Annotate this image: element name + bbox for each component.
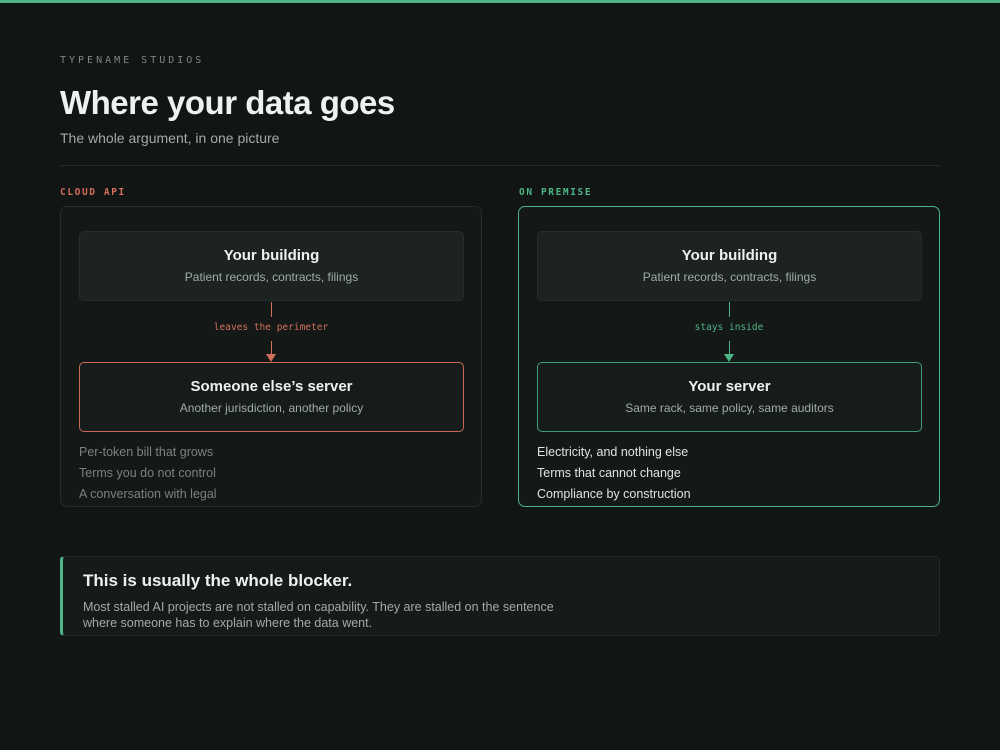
cloud-flow-label: leaves the perimeter: [213, 322, 329, 333]
on-premise-source-title: Your building: [681, 247, 778, 264]
on-premise-flow-label: stays inside: [694, 322, 764, 333]
cloud-api-panel: Your building Patient records, contracts…: [60, 206, 482, 507]
list-item: Terms that cannot change: [537, 466, 681, 480]
on-premise-destination-node: Your server Same rack, same policy, same…: [537, 362, 922, 432]
header-divider: [60, 165, 940, 166]
callout-body-line-2: where someone has to explain where the d…: [83, 616, 373, 630]
cloud-column-label: CLOUD API: [60, 187, 126, 198]
on-premise-destination-subtitle: Same rack, same policy, same auditors: [625, 401, 834, 415]
page-subtitle: The whole argument, in one picture: [60, 130, 280, 146]
cloud-flow-arrowhead-icon: [266, 354, 276, 362]
on-premise-column-label: ON PREMISE: [519, 187, 593, 198]
top-accent-bar: [0, 0, 1000, 3]
on-premise-flow-arrow-line-top: [729, 302, 730, 317]
cloud-flow-arrow-line-top: [271, 302, 272, 317]
blocker-callout: This is usually the whole blocker. Most …: [60, 556, 940, 636]
cloud-destination-subtitle: Another jurisdiction, another policy: [179, 401, 364, 415]
callout-body-line-1: Most stalled AI projects are not stalled…: [83, 600, 554, 614]
cloud-source-title: Your building: [223, 247, 320, 264]
cloud-destination-title: Someone else’s server: [190, 378, 353, 395]
brand-eyebrow: TYPENAME STUDIOS: [60, 55, 205, 66]
list-item: Electricity, and nothing else: [537, 445, 689, 459]
on-premise-benefits-list: Electricity, and nothing else Terms that…: [537, 445, 691, 508]
cloud-flow-arrow-line-bottom: [271, 341, 272, 354]
list-item: Per-token bill that grows: [79, 445, 214, 459]
callout-body: Most stalled AI projects are not stalled…: [83, 599, 623, 631]
cloud-source-subtitle: Patient records, contracts, filings: [184, 270, 359, 284]
on-premise-panel: Your building Patient records, contracts…: [518, 206, 940, 507]
on-premise-source-node: Your building Patient records, contracts…: [537, 231, 922, 301]
cloud-source-node: Your building Patient records, contracts…: [79, 231, 464, 301]
on-premise-flow-arrow-line-bottom: [729, 341, 730, 354]
page-title: Where your data goes: [60, 84, 395, 121]
callout-title: This is usually the whole blocker.: [83, 571, 353, 590]
list-item: Terms you do not control: [79, 466, 216, 480]
cloud-consequences-list: Per-token bill that grows Terms you do n…: [79, 445, 217, 508]
cloud-destination-node: Someone else’s server Another jurisdicti…: [79, 362, 464, 432]
list-item: Compliance by construction: [537, 487, 691, 501]
on-premise-destination-title: Your server: [688, 378, 771, 395]
on-premise-source-subtitle: Patient records, contracts, filings: [642, 270, 817, 284]
list-item: A conversation with legal: [79, 487, 217, 501]
on-premise-flow-arrowhead-icon: [724, 354, 734, 362]
